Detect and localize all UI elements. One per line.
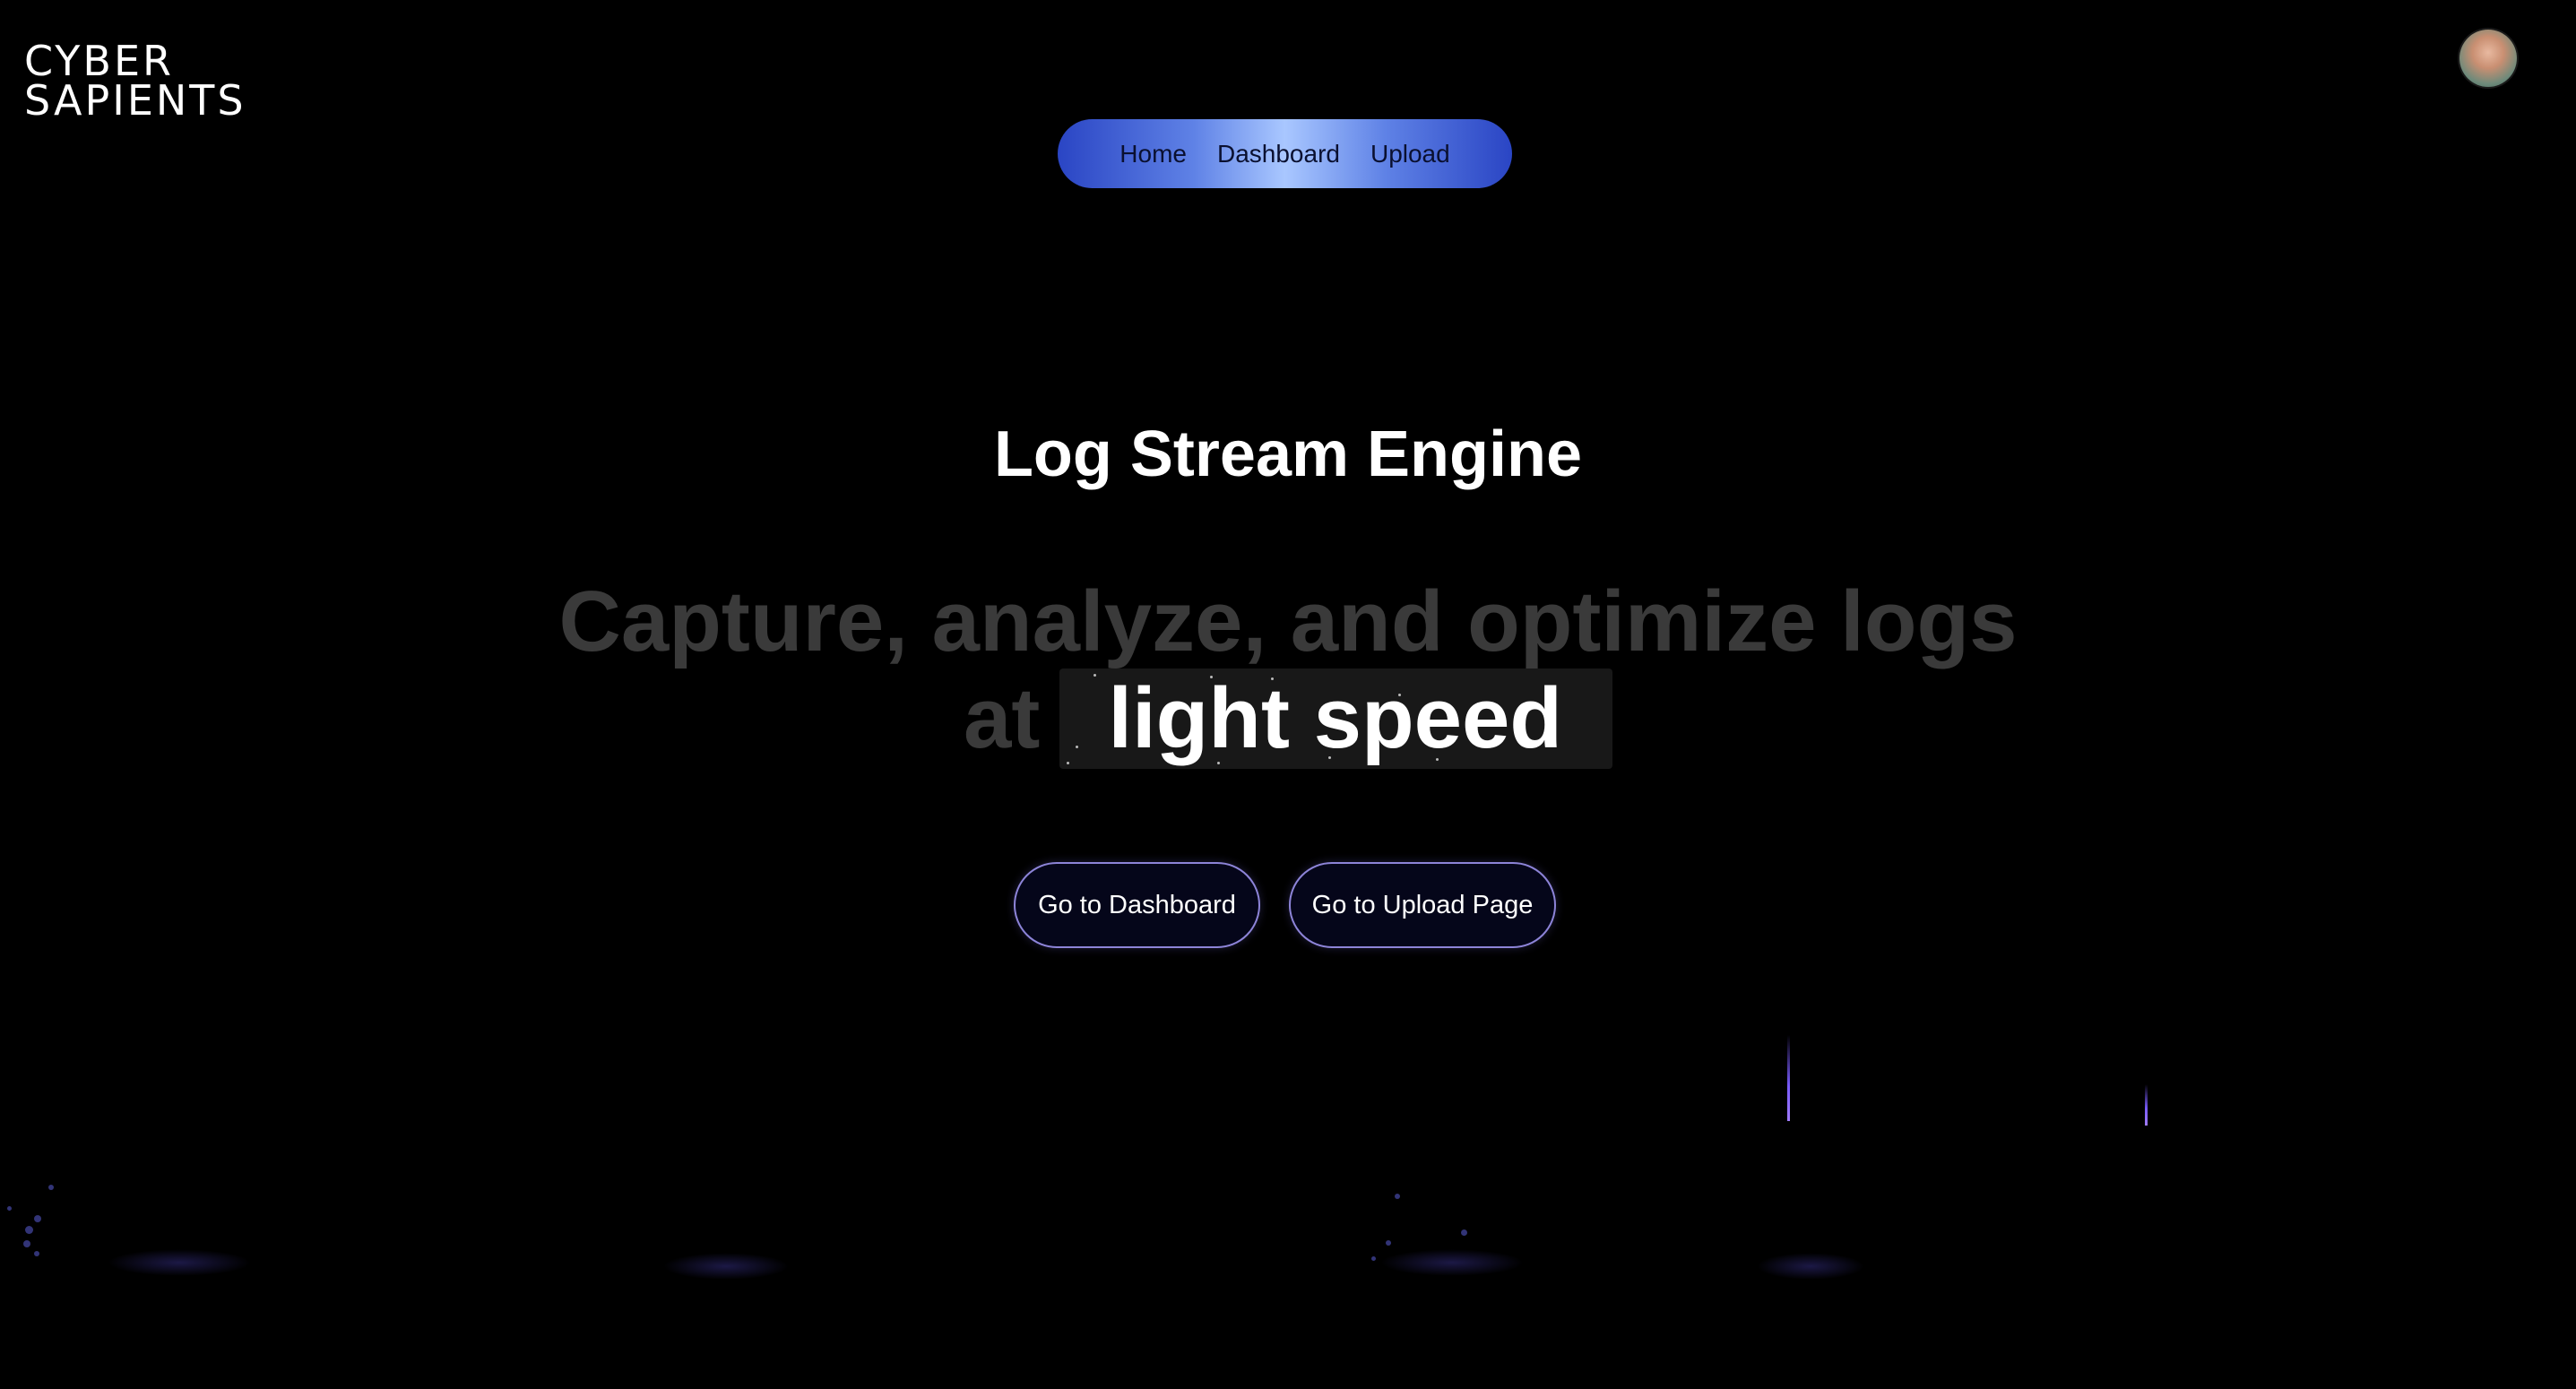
tagline-highlight-text: light speed [1108,670,1563,766]
spark-particle [1395,1194,1400,1199]
ambient-glow [1380,1249,1524,1276]
nav-upload-link[interactable]: Upload [1370,140,1450,168]
spark-particle [1461,1229,1467,1236]
ambient-glow [1757,1253,1864,1280]
spark-particle [25,1226,33,1234]
light-beam [1787,1035,1790,1121]
tagline-highlight: light speed [1059,669,1613,769]
go-to-upload-page-button[interactable]: Go to Upload Page [1289,862,1556,948]
spark-particle [1371,1256,1376,1261]
sparkle-dot [1094,674,1097,677]
logo-line-2: SAPIENTS [24,76,246,125]
spark-particle [34,1251,39,1256]
spark-particle [1386,1240,1391,1246]
spark-particle [34,1215,41,1222]
tagline-line-1: Capture, analyze, and optimize logs [558,574,2018,669]
top-navigation: Home Dashboard Upload [1058,119,1512,188]
landing-page: CYBER SAPIENTS Home Dashboard Upload Log… [0,0,2576,1389]
tagline-prefix: at [963,670,1041,766]
ambient-glow [663,1253,789,1280]
user-avatar[interactable] [2459,30,2517,87]
spark-particle [48,1185,54,1190]
cyber-sapients-logo[interactable]: CYBER SAPIENTS [24,37,246,125]
nav-dashboard-link[interactable]: Dashboard [1217,140,1340,168]
go-to-dashboard-button[interactable]: Go to Dashboard [1014,862,1260,948]
sparkle-dot [1076,746,1079,748]
hero-tagline: Capture, analyze, and optimize logs at l… [0,574,2576,769]
sparkle-dot [1067,762,1070,764]
spark-particle [23,1240,30,1247]
light-beam [2145,1084,2148,1126]
page-title: Log Stream Engine [993,418,1583,490]
ambient-glow [108,1249,251,1276]
nav-home-link[interactable]: Home [1119,140,1187,168]
tagline-line-2: at light speed [963,669,1613,769]
spark-particle [7,1206,12,1211]
logo-line-1: CYBER [24,37,174,85]
